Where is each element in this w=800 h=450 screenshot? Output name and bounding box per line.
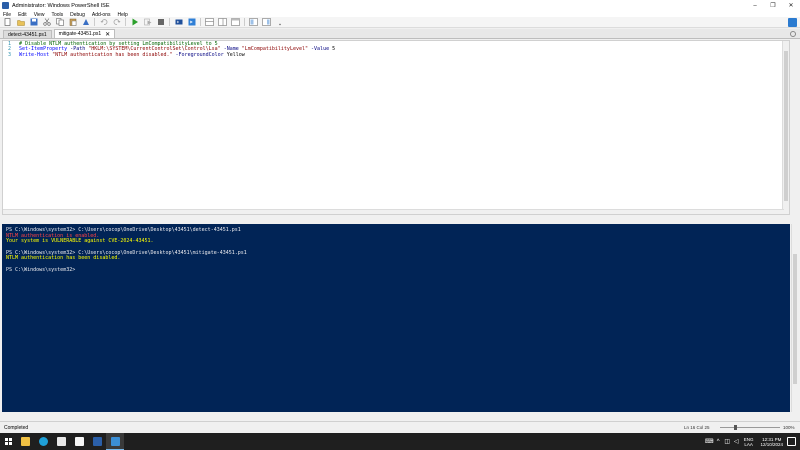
code-parameter: -ForegroundColor: [172, 51, 227, 58]
toolbar-overflow-icon[interactable]: [275, 18, 284, 27]
pane-splitter[interactable]: [0, 216, 800, 224]
minimize-button[interactable]: –: [746, 0, 764, 11]
redo-icon[interactable]: [112, 18, 121, 27]
script-editor[interactable]: 1 # Disable NTLM authentication by setti…: [2, 40, 790, 215]
zoom-slider-handle[interactable]: [734, 425, 737, 430]
copy-icon[interactable]: [55, 18, 64, 27]
show-script-top-icon[interactable]: [205, 18, 214, 27]
volume-icon[interactable]: ◁: [732, 433, 741, 450]
powershell-ise-taskbar-icon[interactable]: [106, 433, 124, 450]
run-selection-icon[interactable]: [143, 18, 152, 27]
console-vertical-scrollbar[interactable]: [791, 224, 798, 412]
notifications-icon[interactable]: [787, 437, 796, 446]
title-bar: Administrator: Windows PowerShell ISE – …: [0, 0, 800, 11]
code-value: Yellow: [226, 51, 245, 58]
taskbar: [0, 433, 800, 450]
mail-icon[interactable]: [70, 433, 88, 450]
toolbar-separator: [169, 18, 170, 26]
show-script-max-icon[interactable]: [231, 18, 240, 27]
tab-close-icon[interactable]: ✕: [105, 31, 110, 38]
cut-icon[interactable]: [42, 18, 51, 27]
show-script-right-icon[interactable]: [218, 18, 227, 27]
clock[interactable]: 12:31 PM 12/10/2024: [760, 437, 783, 447]
code-string: "LmCompatibilityLevel": [241, 46, 309, 53]
new-file-icon[interactable]: [3, 18, 12, 27]
run-script-icon[interactable]: [130, 18, 139, 27]
window-title: Administrator: Windows PowerShell ISE: [12, 2, 110, 9]
show-command-addon-icon[interactable]: [262, 18, 271, 27]
console-pane[interactable]: PS C:\Windows\system32> C:\Users\cocop\O…: [2, 224, 790, 412]
open-folder-icon[interactable]: [16, 18, 25, 27]
zoom-level: 100%: [783, 425, 795, 430]
show-command-window-icon[interactable]: [249, 18, 258, 27]
code-string: "NTLM authentication has been disabled.": [49, 51, 173, 58]
file-explorer-icon[interactable]: [16, 433, 34, 450]
language-indicator[interactable]: ENG LAA: [744, 437, 754, 447]
scrollbar-thumb[interactable]: [793, 254, 797, 384]
script-tabs: detect-43451.ps1 mitigate-43451.ps1 ✕: [0, 29, 800, 39]
scrollbar-thumb[interactable]: [784, 51, 788, 201]
code-command: Write-Host: [19, 51, 50, 58]
clock-time: 12:31 PM: [762, 436, 782, 442]
editor-horizontal-scrollbar[interactable]: [3, 209, 784, 214]
collapse-pane-icon[interactable]: [790, 31, 796, 37]
line-number: 3: [7, 51, 11, 58]
maximize-button[interactable]: ❐: [764, 0, 782, 11]
toolbar-separator: [244, 18, 245, 26]
zoom-slider-track[interactable]: [720, 427, 780, 428]
toolbar-separator: [200, 18, 201, 26]
tab-detect-43451[interactable]: detect-43451.ps1: [3, 30, 52, 38]
status-bar: Completed Ln 16 Col 25 100%: [0, 421, 800, 433]
tab-label: detect-43451.ps1: [8, 31, 47, 38]
paste-icon[interactable]: [68, 18, 77, 27]
console-prompt[interactable]: PS C:\Windows\system32>: [6, 267, 786, 274]
undo-icon[interactable]: [99, 18, 108, 27]
code-parameter: -Value: [308, 46, 333, 53]
keyboard-icon[interactable]: ⌨: [705, 433, 714, 450]
windows-start-icon[interactable]: [0, 433, 16, 450]
tab-mitigate-43451[interactable]: mitigate-43451.ps1 ✕: [53, 29, 116, 38]
save-icon[interactable]: [29, 18, 38, 27]
code-line: 3 Write-Host "NTLM authentication has be…: [3, 52, 789, 58]
editor-vertical-scrollbar[interactable]: [782, 41, 789, 214]
clear-console-icon[interactable]: [81, 18, 90, 27]
status-text: Completed: [4, 424, 29, 431]
chevron-up-icon[interactable]: ^: [714, 433, 723, 450]
language-layout: LAA: [744, 441, 753, 447]
toolbar-separator: [125, 18, 126, 26]
toolbar: [0, 17, 800, 28]
system-tray: ⌨ ^ ◫ ◁ ENG LAA 12:31 PM 12/10/2024: [705, 433, 800, 450]
remote-powershell-icon[interactable]: [174, 18, 183, 27]
profile-icon[interactable]: [788, 18, 797, 27]
language-code: ENG: [743, 436, 754, 442]
powershell-ise-icon: [2, 2, 9, 9]
toolbar-separator: [94, 18, 95, 26]
stop-icon[interactable]: [156, 18, 165, 27]
tab-label: mitigate-43451.ps1: [58, 31, 102, 37]
window-controls: – ❐ ✕: [746, 0, 800, 11]
cursor-position: Ln 16 Col 25: [684, 425, 710, 430]
start-powershell-icon[interactable]: [187, 18, 196, 27]
store-icon[interactable]: [52, 433, 70, 450]
network-icon[interactable]: ◫: [723, 433, 732, 450]
powershell-icon[interactable]: [88, 433, 106, 450]
edge-browser-icon[interactable]: [34, 433, 52, 450]
clock-date: 12/10/2024: [760, 441, 783, 447]
code-number: 5: [332, 46, 336, 53]
close-button[interactable]: ✕: [782, 0, 800, 11]
